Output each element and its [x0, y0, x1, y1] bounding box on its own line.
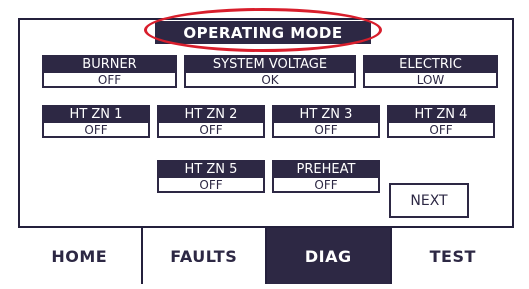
status-tile-label: SYSTEM VOLTAGE	[184, 55, 356, 73]
status-tile-ht-zn-5: HT ZN 5 OFF	[157, 160, 265, 193]
title-highlight-ring	[144, 8, 382, 52]
status-tile-value: OFF	[387, 123, 495, 138]
status-tile-value: OFF	[272, 178, 380, 193]
status-tile-label: PREHEAT	[272, 160, 380, 178]
status-tile-value: OFF	[272, 123, 380, 138]
bottom-tab-bar: HOME FAULTS DIAG TEST	[18, 226, 514, 284]
status-tile-value: OK	[184, 73, 356, 88]
status-tile-value: LOW	[363, 73, 498, 88]
status-tile-ht-zn-3: HT ZN 3 OFF	[272, 105, 380, 138]
status-tile-label: HT ZN 3	[272, 105, 380, 123]
tab-home[interactable]: HOME	[18, 228, 141, 284]
status-tile-label: BURNER	[42, 55, 177, 73]
status-tile-label: HT ZN 4	[387, 105, 495, 123]
status-tile-ht-zn-1: HT ZN 1 OFF	[42, 105, 150, 138]
status-tile-label: HT ZN 1	[42, 105, 150, 123]
status-tile-value: OFF	[42, 73, 177, 88]
status-tile-value: OFF	[157, 123, 265, 138]
status-tile-label: HT ZN 2	[157, 105, 265, 123]
status-tile-electric: ELECTRIC LOW	[363, 55, 498, 88]
status-tile-ht-zn-4: HT ZN 4 OFF	[387, 105, 495, 138]
status-tile-system-voltage: SYSTEM VOLTAGE OK	[184, 55, 356, 88]
status-tile-label: HT ZN 5	[157, 160, 265, 178]
tab-faults[interactable]: FAULTS	[140, 228, 265, 284]
status-tile-burner: BURNER OFF	[42, 55, 177, 88]
status-tile-label: ELECTRIC	[363, 55, 498, 73]
status-tile-preheat: PREHEAT OFF	[272, 160, 380, 193]
status-tile-ht-zn-2: HT ZN 2 OFF	[157, 105, 265, 138]
tab-test[interactable]: TEST	[389, 228, 514, 284]
next-button[interactable]: NEXT	[389, 183, 469, 218]
status-tile-value: OFF	[157, 178, 265, 193]
status-tile-value: OFF	[42, 123, 150, 138]
tab-diag[interactable]: DIAG	[265, 228, 390, 284]
